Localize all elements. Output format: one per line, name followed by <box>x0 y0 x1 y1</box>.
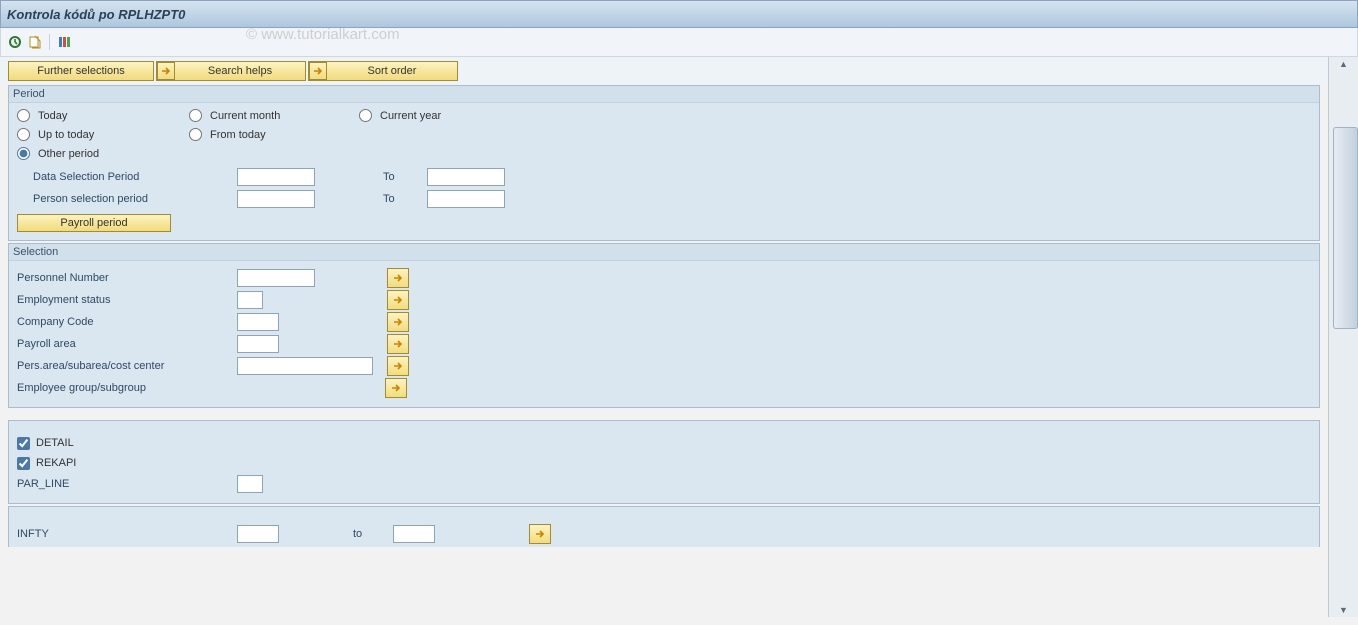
field-label: Data Selection Period <box>17 171 233 183</box>
button-label: Search helps <box>175 65 305 77</box>
execute-icon[interactable] <box>7 34 23 50</box>
payroll-area-input[interactable] <box>237 335 279 353</box>
scroll-thumb[interactable] <box>1333 127 1358 329</box>
multiselect-arrow-icon[interactable] <box>387 268 409 288</box>
to-label: To <box>383 193 423 205</box>
person-selection-to-input[interactable] <box>427 190 505 208</box>
multiselect-arrow-icon[interactable] <box>387 312 409 332</box>
button-label: Payroll period <box>60 217 127 229</box>
radio-label: Current year <box>380 110 441 122</box>
to-label: to <box>353 528 393 540</box>
multiselect-arrow-icon[interactable] <box>385 378 407 398</box>
scroll-up-icon[interactable]: ▲ <box>1329 57 1358 71</box>
main-content: Further selections Search helps Sort ord… <box>0 57 1328 617</box>
radio-from-today[interactable]: From today <box>189 128 355 141</box>
field-label: Personnel Number <box>17 272 237 284</box>
vertical-scrollbar[interactable]: ▲ ▼ <box>1328 57 1358 617</box>
title-bar: Kontrola kódů po RPLHZPT0 <box>0 0 1358 28</box>
further-selections-button[interactable]: Further selections <box>8 61 154 81</box>
to-label: To <box>383 171 423 183</box>
field-label: Payroll area <box>17 338 237 350</box>
par-line-input[interactable] <box>237 475 263 493</box>
radio-label: Up to today <box>38 129 94 141</box>
scroll-down-icon[interactable]: ▼ <box>1329 603 1358 617</box>
radio-today[interactable]: Today <box>17 109 185 122</box>
multiselect-arrow-icon[interactable] <box>387 334 409 354</box>
radio-current-year[interactable]: Current year <box>359 109 529 122</box>
sort-order-button[interactable]: Sort order <box>308 61 458 81</box>
field-label: INFTY <box>17 528 237 540</box>
group-title: Selection <box>9 244 1319 261</box>
field-label: Employment status <box>17 294 237 306</box>
detail-checkbox-input[interactable] <box>17 437 30 450</box>
field-label: Employee group/subgroup <box>17 382 237 394</box>
radio-label: Today <box>38 110 67 122</box>
person-selection-from-input[interactable] <box>237 190 315 208</box>
employment-status-input[interactable] <box>237 291 263 309</box>
data-selection-from-input[interactable] <box>237 168 315 186</box>
top-button-row: Further selections Search helps Sort ord… <box>0 57 1328 85</box>
field-label: Company Code <box>17 316 237 328</box>
payroll-period-button[interactable]: Payroll period <box>17 214 171 232</box>
checkbox-label: REKAPI <box>36 457 76 469</box>
field-label: PAR_LINE <box>17 478 237 490</box>
checkbox-detail[interactable]: DETAIL <box>17 433 1311 453</box>
group-title: Period <box>9 86 1319 103</box>
infty-from-input[interactable] <box>237 525 279 543</box>
arrow-right-icon <box>309 62 327 80</box>
rekapi-checkbox-input[interactable] <box>17 457 30 470</box>
field-label: Pers.area/subarea/cost center <box>17 360 237 372</box>
personnel-number-input[interactable] <box>237 269 315 287</box>
radio-current-month[interactable]: Current month <box>189 109 355 122</box>
watermark: © www.tutorialkart.com <box>246 26 400 43</box>
field-label: Person selection period <box>17 193 233 205</box>
checkbox-label: DETAIL <box>36 437 74 449</box>
arrow-right-icon <box>157 62 175 80</box>
app-toolbar: © www.tutorialkart.com <box>0 28 1358 57</box>
settings-icon[interactable] <box>56 34 72 50</box>
radio-up-to-today[interactable]: Up to today <box>17 128 185 141</box>
button-label: Sort order <box>327 65 457 77</box>
period-group: Period Today Current month Current year … <box>8 85 1320 241</box>
selection-group: Selection Personnel Number Employment st… <box>8 243 1320 408</box>
options-group: DETAIL REKAPI PAR_LINE <box>8 420 1320 504</box>
separator <box>49 34 50 50</box>
pers-area-input[interactable] <box>237 357 373 375</box>
checkbox-rekapi[interactable]: REKAPI <box>17 453 1311 473</box>
page-title: Kontrola kódů po RPLHZPT0 <box>7 7 185 22</box>
multiselect-arrow-icon[interactable] <box>529 524 551 544</box>
data-selection-to-input[interactable] <box>427 168 505 186</box>
search-helps-button[interactable]: Search helps <box>156 61 306 81</box>
infty-group: INFTY to <box>8 506 1320 547</box>
button-label: Further selections <box>37 65 124 77</box>
company-code-input[interactable] <box>237 313 279 331</box>
multiselect-arrow-icon[interactable] <box>387 356 409 376</box>
variant-icon[interactable] <box>27 34 43 50</box>
radio-label: Other period <box>38 148 99 160</box>
radio-label: Current month <box>210 110 280 122</box>
multiselect-arrow-icon[interactable] <box>387 290 409 310</box>
radio-label: From today <box>210 129 266 141</box>
radio-other-period[interactable]: Other period <box>17 147 185 160</box>
infty-to-input[interactable] <box>393 525 435 543</box>
